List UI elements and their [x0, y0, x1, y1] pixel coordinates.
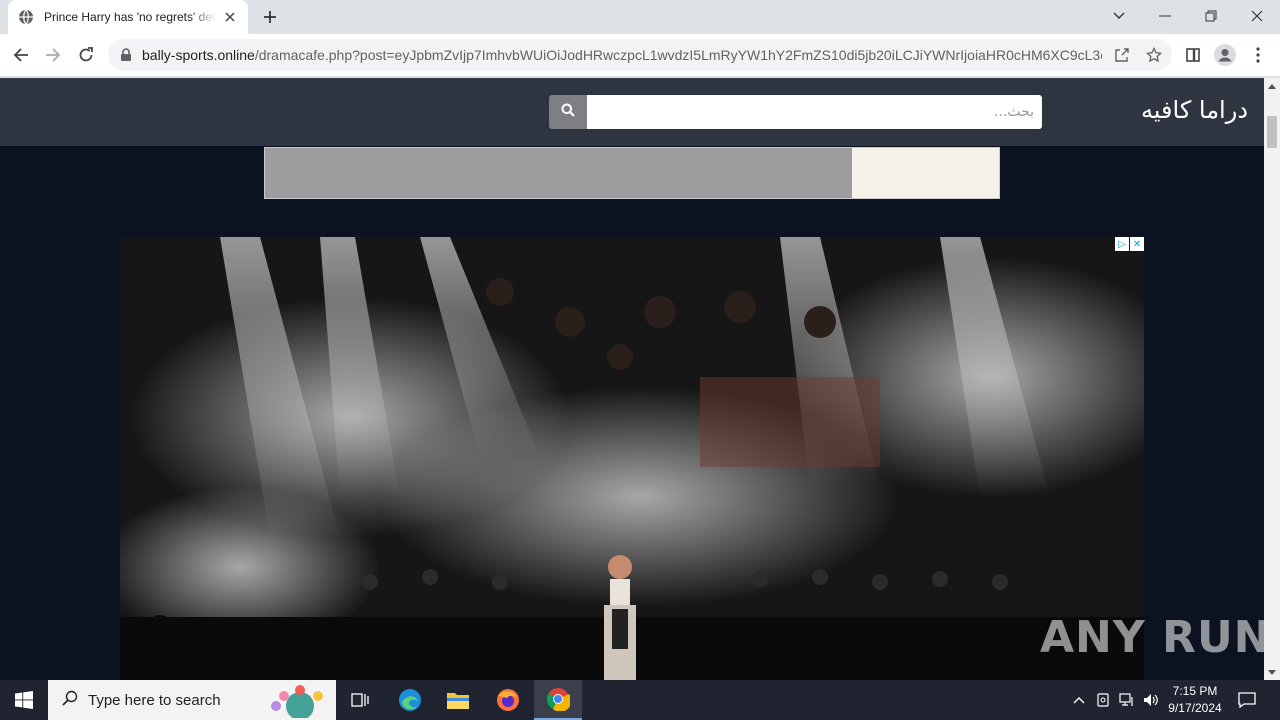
reload-icon[interactable] — [71, 40, 101, 70]
ad-banner[interactable] — [264, 147, 1000, 199]
taskbar-clock[interactable]: 7:15 PM 9/17/2024 — [1160, 683, 1230, 717]
tab-strip: Prince Harry has 'no regrets' det — [0, 0, 1280, 34]
windows-taskbar: Type here to search 7:15 PM 9/17/2024 — [0, 680, 1280, 720]
profile-icon[interactable] — [1210, 40, 1240, 70]
url-text: bally-sports.online/dramacafe.php?post=e… — [142, 47, 1102, 63]
star-icon[interactable] — [1144, 45, 1164, 65]
search-input[interactable] — [587, 95, 1042, 129]
page-viewport: دراما كافيه — [0, 78, 1264, 680]
menu-icon[interactable] — [1243, 40, 1273, 70]
taskbar-search-placeholder: Type here to search — [88, 691, 221, 709]
share-icon[interactable] — [1112, 45, 1132, 65]
search-icon — [561, 103, 575, 122]
firefox-icon[interactable] — [484, 680, 532, 720]
restore-icon[interactable] — [1188, 0, 1234, 32]
browser-toolbar: bally-sports.online/dramacafe.php?post=e… — [0, 34, 1280, 77]
taskview-icon[interactable] — [336, 680, 384, 720]
notification-icon[interactable] — [1232, 680, 1262, 720]
site-header: دراما كافيه — [0, 78, 1264, 146]
network-icon[interactable] — [1116, 680, 1138, 720]
site-search — [549, 95, 1042, 129]
search-highlight-icon — [264, 684, 330, 720]
adchoices-badge[interactable]: ▷ ✕ — [1114, 237, 1144, 251]
edge-icon[interactable] — [386, 680, 434, 720]
taskbar-search[interactable]: Type here to search — [48, 680, 336, 720]
clock-date: 9/17/2024 — [1168, 701, 1222, 715]
ad-banner-image — [265, 148, 852, 198]
url-path: /dramacafe.php?post=eyJpbmZvIjp7ImhvbWUi… — [254, 47, 1102, 63]
close-icon[interactable] — [222, 9, 238, 25]
anyrun-watermark: ANY RUN — [1040, 612, 1272, 663]
scroll-down-icon[interactable] — [1264, 664, 1280, 680]
forward-icon[interactable] — [38, 40, 68, 70]
scroll-thumb[interactable] — [1267, 116, 1277, 148]
windows-icon[interactable] — [0, 680, 48, 720]
globe-icon — [18, 9, 34, 25]
page-scrollbar[interactable] — [1264, 78, 1280, 680]
plus-icon[interactable] — [258, 6, 282, 28]
window-close-icon[interactable] — [1234, 0, 1280, 32]
browser-tab[interactable]: Prince Harry has 'no regrets' det — [8, 0, 248, 34]
site-logo[interactable]: دراما كافيه — [1141, 96, 1248, 124]
meet-now-icon[interactable] — [1092, 680, 1114, 720]
tray-chevron-icon[interactable] — [1068, 680, 1090, 720]
back-icon[interactable] — [6, 40, 36, 70]
ad-banner-panel — [852, 148, 999, 198]
adchoices-icon[interactable]: ▷ — [1115, 237, 1129, 251]
lock-icon[interactable] — [120, 48, 134, 62]
url-host: bally-sports.online — [142, 47, 255, 63]
volume-icon[interactable] — [1140, 680, 1162, 720]
scroll-up-icon[interactable] — [1264, 78, 1280, 94]
search-icon — [62, 690, 78, 711]
search-button[interactable] — [549, 95, 587, 129]
chevron-down-icon[interactable] — [1096, 0, 1142, 32]
ad-close-icon[interactable]: ✕ — [1130, 237, 1144, 251]
minimize-icon[interactable] — [1142, 0, 1188, 32]
chrome-icon[interactable] — [534, 680, 582, 720]
tab-title: Prince Harry has 'no regrets' det — [44, 10, 216, 24]
explorer-icon[interactable] — [434, 680, 482, 720]
hero-image[interactable]: ▷ ✕ — [120, 237, 1144, 680]
sidepanel-icon[interactable] — [1178, 40, 1208, 70]
address-bar[interactable]: bally-sports.online/dramacafe.php?post=e… — [108, 39, 1172, 71]
clock-time: 7:15 PM — [1172, 684, 1218, 698]
